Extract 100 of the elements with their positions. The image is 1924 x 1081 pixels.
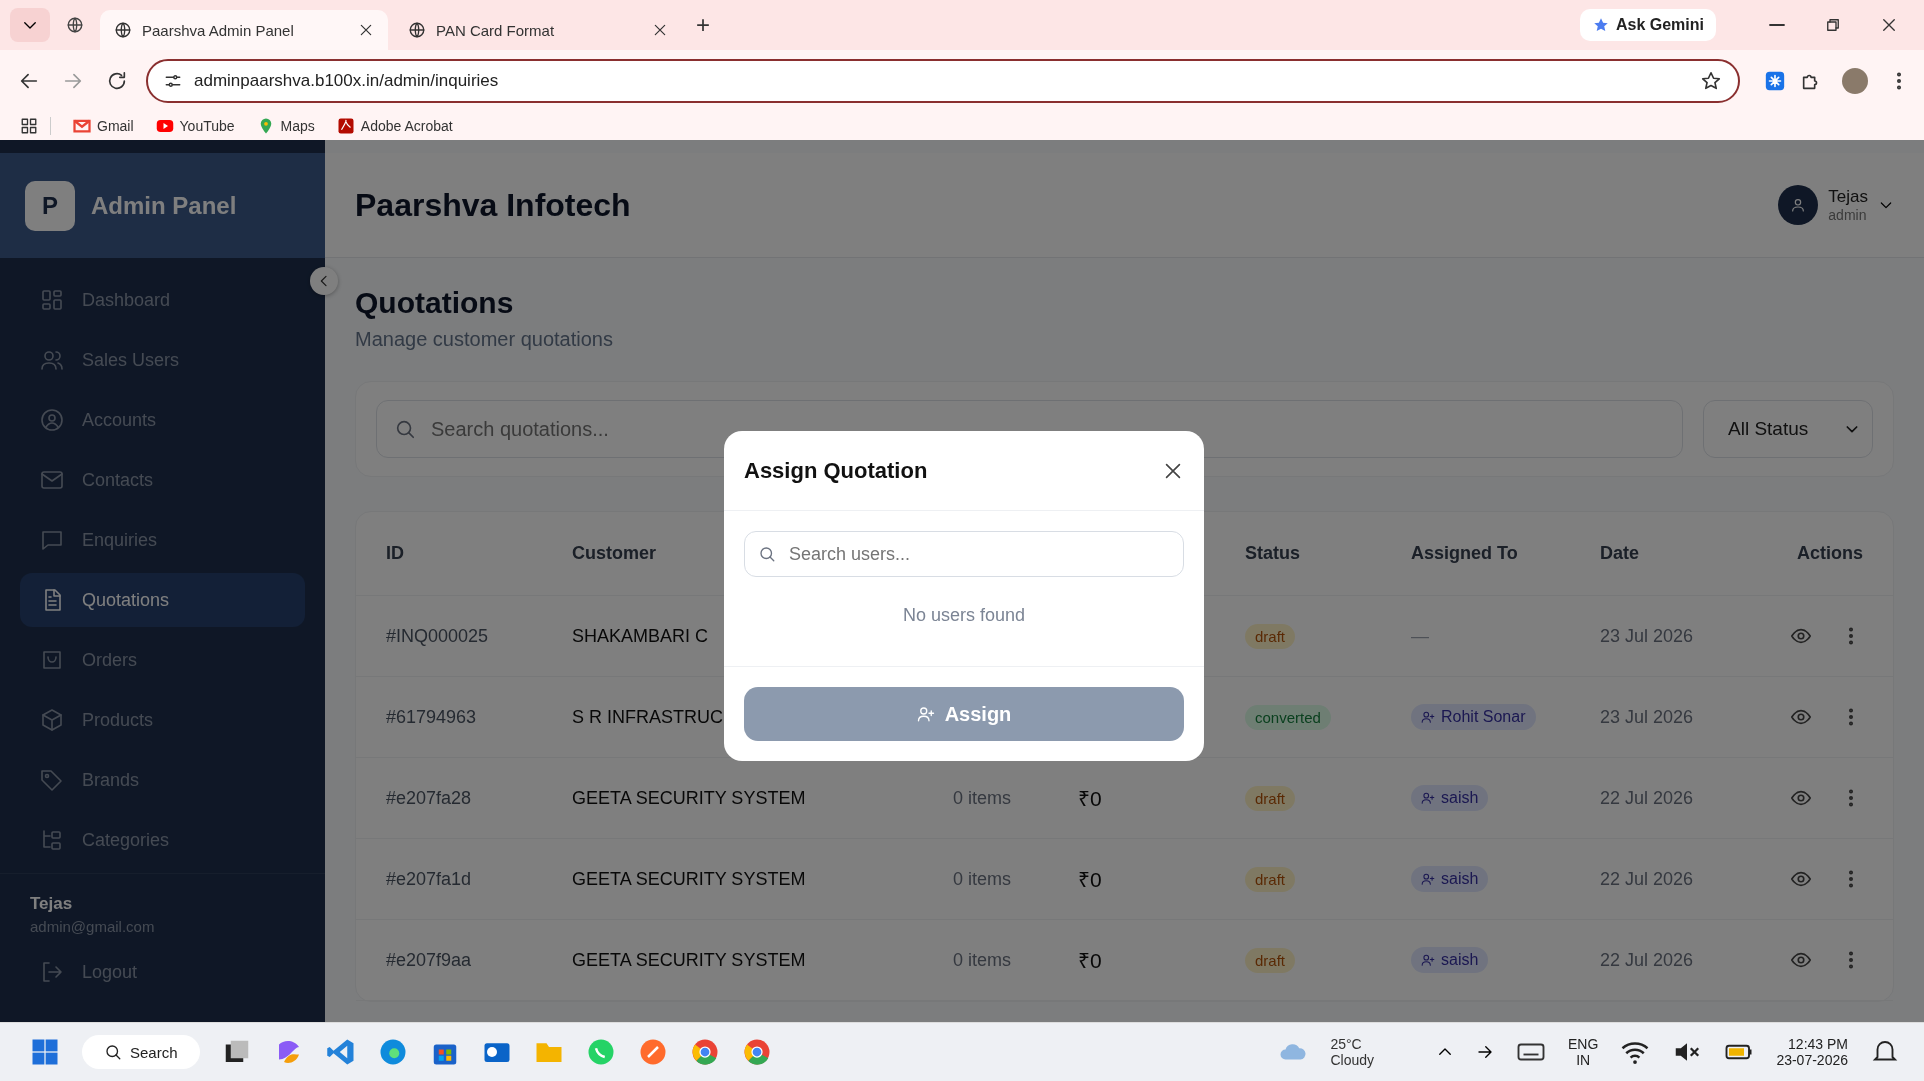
box-icon: [40, 708, 64, 732]
company-title: Paarshva Infotech: [355, 186, 632, 224]
table-cell-text: ₹0: [1078, 867, 1102, 893]
status-badge: draft: [1245, 947, 1295, 973]
nav-item[interactable]: Quotations: [20, 573, 305, 627]
column-header: Status: [1245, 543, 1300, 564]
grid-icon: [40, 288, 64, 312]
table-cell: GEETA SECURITY SYSTEM: [572, 868, 806, 890]
table-cell-text: ₹0: [1078, 948, 1102, 974]
bookmark-link[interactable]: Gmail: [73, 117, 134, 135]
table-cell: —: [1411, 625, 1429, 646]
table-cell: #e207f9aa: [386, 949, 472, 971]
gemini-button[interactable]: Ask Gemini: [1579, 9, 1716, 41]
apps-icon[interactable]: [20, 117, 38, 135]
bookmark-link[interactable]: YouTube: [155, 117, 235, 135]
table-cell: 23 Jul 2026: [1600, 625, 1694, 647]
status-badge: converted: [1245, 704, 1331, 730]
assignee-chip: Rohit Sonar: [1411, 704, 1536, 730]
mail-icon: [73, 117, 91, 135]
table-cell: #e207fa1d: [386, 868, 472, 890]
table-cell: #e207fa28: [386, 787, 472, 809]
language-code: ENG: [1568, 1036, 1599, 1052]
table-cell: 22 Jul 2026: [1600, 868, 1694, 890]
search-field[interactable]: Search quotations...: [376, 400, 1683, 458]
browser-tab[interactable]: Paarshva Admin Panel: [100, 10, 388, 50]
table-cell-text: ₹0: [1078, 786, 1102, 812]
close-icon: [1880, 16, 1898, 34]
table-cell: 0 items: [953, 787, 1012, 809]
bookmark-star-icon[interactable]: [1700, 70, 1722, 92]
close-icon[interactable]: [358, 22, 374, 38]
close-icon[interactable]: [652, 22, 668, 38]
globe-icon: [408, 21, 426, 39]
user-icon: [1790, 197, 1807, 213]
column-header: Date: [1600, 543, 1639, 564]
users-icon: [40, 348, 64, 372]
extension-icon[interactable]: [1764, 70, 1786, 92]
table-cell: #INQ000025: [386, 625, 489, 647]
tab-list-button[interactable]: [10, 8, 50, 42]
bookmark-link[interactable]: Adobe Acrobat: [336, 117, 453, 135]
user-plus-icon: [1421, 872, 1435, 886]
user-role: admin: [1828, 207, 1868, 223]
clock-time: 12:43 PM: [1788, 1036, 1848, 1052]
logo-badge: P: [25, 180, 75, 231]
user-plus-icon: [1421, 791, 1435, 805]
clock[interactable]: 12:43 PM 23-07-2026: [1776, 1036, 1848, 1068]
user-menu[interactable]: Tejas admin: [1778, 185, 1894, 225]
site-settings-icon[interactable]: [164, 72, 182, 90]
minimize-icon: [1769, 24, 1785, 26]
user-plus-icon: [1421, 710, 1435, 724]
address-bar[interactable]: adminpaarshva.b100x.in/admin/inquiries: [146, 59, 1740, 103]
table-cell: 22 Jul 2026: [1600, 787, 1694, 809]
search-icon: [394, 418, 416, 440]
temperature: 25°C: [1330, 1036, 1363, 1052]
code-editor-icon[interactable]: [325, 1037, 356, 1067]
page-subtitle: Manage customer quotations: [355, 328, 614, 351]
table-cell: S R INFRASTRUC: [572, 706, 723, 728]
browser-tab[interactable]: PAN Card Format: [394, 10, 682, 50]
logout-icon: [40, 960, 64, 984]
tab-title: Paarshva Admin Panel: [142, 21, 295, 39]
user-plus-icon: [916, 705, 935, 723]
search-icon: [758, 545, 776, 563]
assignee-chip: saish: [1411, 785, 1489, 811]
bag-icon: [40, 648, 64, 672]
assignee-chip: saish: [1411, 947, 1489, 973]
page-title: Quotations: [355, 286, 515, 320]
user-circle-icon: [40, 408, 64, 432]
search-field[interactable]: Search users...: [744, 531, 1184, 577]
new-tab-button[interactable]: +: [688, 11, 718, 39]
column-header: Customer: [572, 543, 656, 564]
table-cell: GEETA SECURITY SYSTEM: [572, 949, 806, 971]
restore-icon: [1824, 16, 1842, 34]
clock-date: 23-07-2026: [1776, 1052, 1848, 1068]
profile-avatar[interactable]: [1842, 68, 1868, 94]
weather-text: Cloudy: [1330, 1052, 1375, 1068]
url-text: adminpaarshva.b100x.in/admin/inquiries: [194, 71, 499, 91]
windows-icon[interactable]: [30, 1037, 60, 1067]
table-cell: 0 items: [953, 949, 1012, 971]
bookmark-link[interactable]: Maps: [256, 117, 315, 135]
collapse-button[interactable]: [310, 267, 338, 295]
empty-message: No users found: [901, 605, 1027, 626]
status-dropdown[interactable]: All Status: [1703, 400, 1873, 458]
search-icon: [104, 1043, 122, 1061]
user-plus-icon: [1421, 953, 1435, 967]
status-badge: draft: [1245, 866, 1295, 892]
table-cell: 22 Jul 2026: [1600, 949, 1694, 971]
hierarchy-icon: [40, 828, 64, 852]
status-badge: draft: [1245, 623, 1295, 649]
table-cell: #61794963: [386, 706, 477, 728]
globe-icon: [66, 16, 84, 34]
tag-icon: [40, 768, 64, 792]
play-icon: [155, 117, 174, 135]
user-name: Tejas: [1828, 187, 1868, 207]
region-code: IN: [1576, 1052, 1591, 1068]
taskbar-search[interactable]: Search: [82, 1035, 200, 1069]
language-indicator[interactable]: ENG IN: [1568, 1036, 1599, 1068]
brand-title: Admin Panel: [91, 191, 237, 220]
table-cell: 23 Jul 2026: [1600, 706, 1694, 728]
tab-title: PAN Card Format: [436, 21, 556, 39]
dialog-title: Assign Quotation: [744, 457, 928, 484]
reload-icon: [106, 70, 128, 92]
